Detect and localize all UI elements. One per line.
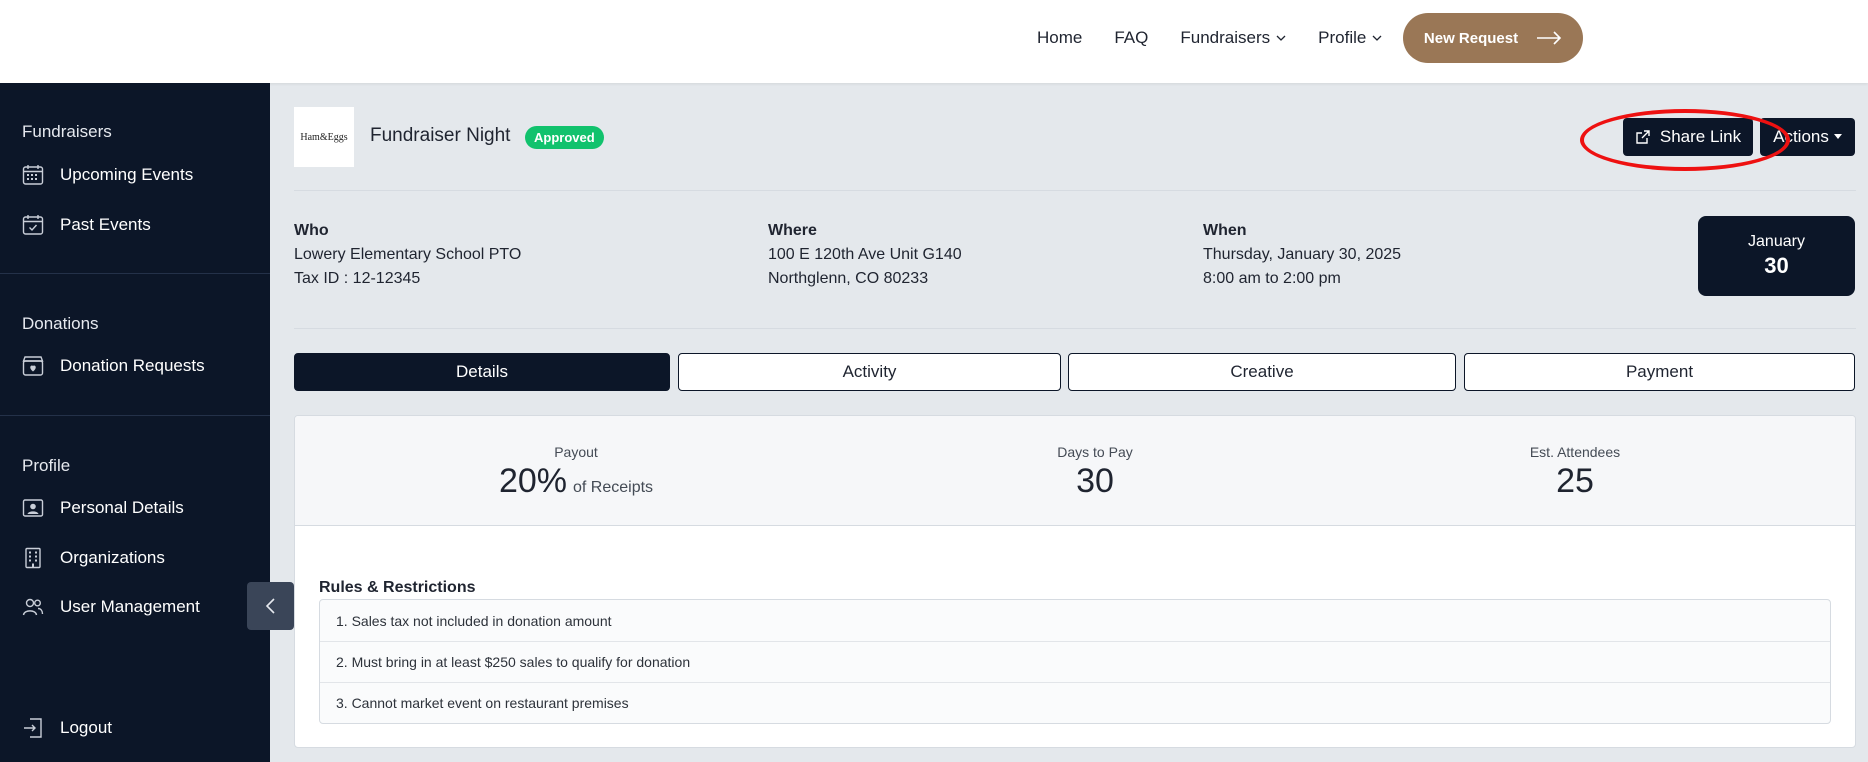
list-item: 1. Sales tax not included in donation am… (336, 612, 612, 629)
payout-stat: Payout 20% of Receipts (471, 444, 681, 501)
sidebar-divider (0, 273, 270, 274)
attendees-stat: Est. Attendees 25 (1490, 444, 1660, 501)
sidebar-section-profile: Profile (22, 456, 71, 475)
status-badge: Approved (525, 126, 604, 149)
sidebar-section-donations: Donations (22, 314, 99, 333)
tab-details[interactable]: Details (294, 353, 670, 391)
nav-faq[interactable]: FAQ (1114, 28, 1148, 48)
chevron-down-icon (1276, 35, 1286, 41)
actions-label: Actions (1773, 127, 1829, 146)
restaurant-logo: Ham&Eggs (294, 107, 354, 167)
attendees-label: Est. Attendees (1529, 444, 1621, 460)
date-day: 30 (1764, 253, 1789, 278)
sidebar: Fundraisers Upcoming Events Past Events … (0, 83, 270, 762)
days-label: Days to Pay (1057, 444, 1133, 460)
sidebar-item-donation-requests[interactable]: Donation Requests (22, 355, 205, 377)
sidebar-item-upcoming-events[interactable]: Upcoming Events (22, 164, 193, 186)
rules-list: 1. Sales tax not included in donation am… (319, 599, 1831, 724)
tab-activity[interactable]: Activity (678, 353, 1061, 391)
main-content: Ham&Eggs Fundraiser Night Approved Share… (270, 83, 1868, 762)
sidebar-item-past-events[interactable]: Past Events (22, 214, 151, 236)
users-icon (22, 598, 44, 616)
new-request-button[interactable]: New Request (1403, 13, 1583, 63)
divider (294, 328, 1856, 329)
main-nav: Home FAQ Fundraisers Profile (1037, 0, 1382, 76)
tab-payment[interactable]: Payment (1464, 353, 1855, 391)
sidebar-item-label: Donation Requests (60, 356, 205, 375)
calendar-check-icon (22, 215, 44, 235)
nav-profile[interactable]: Profile (1318, 28, 1382, 48)
sidebar-item-label: Organizations (60, 548, 165, 567)
attendees-value: 25 (1556, 462, 1594, 500)
payout-value: 20% (498, 462, 567, 500)
event-title: Fundraiser Night (370, 125, 511, 146)
event-time: 8:00 am to 2:00 pm (1203, 270, 1341, 287)
sidebar-item-logout[interactable]: Logout (22, 717, 112, 739)
new-request-label: New Request (1423, 29, 1519, 47)
building-icon (25, 547, 41, 569)
stats-bar: Payout 20% of Receipts Days to Pay 30 Est… (295, 416, 1855, 526)
list-item: 3. Cannot market event on restaurant pre… (320, 682, 1830, 723)
chevron-down-icon (1372, 35, 1382, 41)
logout-icon (24, 718, 42, 738)
sidebar-item-label: Personal Details (60, 498, 184, 517)
nav-fundraisers-label: Fundraisers (1180, 28, 1271, 47)
share-link-button[interactable]: Share Link (1623, 118, 1753, 156)
days-value: 30 (1076, 462, 1114, 500)
sidebar-divider (0, 415, 270, 416)
organization-name: Lowery Elementary School PTO (294, 246, 522, 263)
calendar-icon (22, 165, 44, 185)
caret-down-icon (1833, 134, 1842, 139)
when-section: When Thursday, January 30, 2025 8:00 am … (1203, 219, 1401, 291)
arrow-right-icon (1537, 31, 1562, 45)
id-card-icon (22, 499, 44, 517)
where-section: Where 100 E 120th Ave Unit G140 Northgle… (768, 219, 962, 291)
address-line-2: Northglenn, CO 80233 (768, 270, 929, 287)
nav-fundraisers[interactable]: Fundraisers (1180, 28, 1286, 48)
details-card: Payout 20% of Receipts Days to Pay 30 Est… (294, 415, 1856, 748)
address-line-1: 100 E 120th Ave Unit G140 (768, 246, 962, 263)
tab-creative[interactable]: Creative (1068, 353, 1456, 391)
where-label: Where (768, 222, 817, 239)
payout-value-row: 20% of Receipts (471, 462, 681, 501)
who-label: Who (294, 222, 329, 239)
rules-title: Rules & Restrictions (319, 579, 476, 596)
donation-box-icon (22, 356, 44, 376)
sidebar-section-fundraisers: Fundraisers (22, 122, 112, 141)
sidebar-item-personal-details[interactable]: Personal Details (22, 497, 184, 519)
date-badge: January 30 (1698, 216, 1855, 296)
date-month: January (1748, 233, 1805, 250)
share-link-label: Share Link (1659, 127, 1742, 146)
sidebar-item-user-management[interactable]: User Management (22, 596, 200, 618)
event-date: Thursday, January 30, 2025 (1203, 246, 1402, 263)
actions-dropdown-button[interactable]: Actions (1760, 118, 1855, 156)
nav-home[interactable]: Home (1037, 28, 1082, 48)
days-to-pay-stat: Days to Pay 30 (1015, 444, 1175, 501)
payout-sub: of Receipts (573, 479, 654, 496)
sidebar-item-label: Logout (60, 718, 112, 737)
external-link-icon (1636, 130, 1650, 144)
divider (294, 190, 1856, 191)
who-section: Who Lowery Elementary School PTO Tax ID … (294, 219, 521, 291)
payout-label: Payout (554, 444, 598, 460)
top-navbar: Home FAQ Fundraisers Profile New Request (0, 0, 1868, 83)
when-label: When (1203, 222, 1247, 239)
sidebar-item-label: Past Events (60, 215, 151, 234)
list-item: 2. Must bring in at least $250 sales to … (320, 641, 1830, 682)
nav-profile-label: Profile (1318, 28, 1367, 47)
sidebar-item-label: Upcoming Events (60, 165, 194, 184)
tax-id: Tax ID : 12-12345 (294, 270, 421, 287)
sidebar-item-label: User Management (60, 597, 200, 616)
sidebar-item-organizations[interactable]: Organizations (22, 547, 165, 569)
